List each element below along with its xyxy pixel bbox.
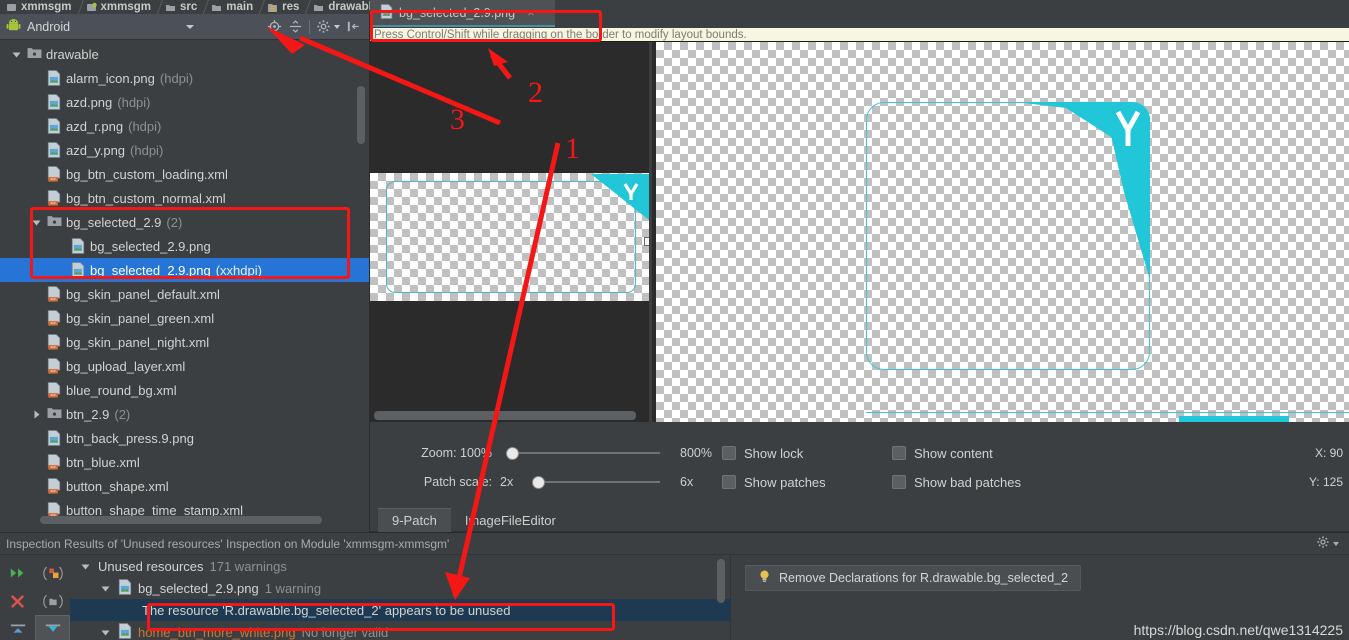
annotation-number-2: 2	[528, 76, 543, 109]
annotation-number-3: 3	[450, 103, 465, 136]
annotation-arrows	[266, 26, 561, 600]
app-window: xmmsgm xmmsgm src main res Android drawa…	[0, 0, 1349, 640]
annotation-number-1: 1	[565, 132, 580, 165]
